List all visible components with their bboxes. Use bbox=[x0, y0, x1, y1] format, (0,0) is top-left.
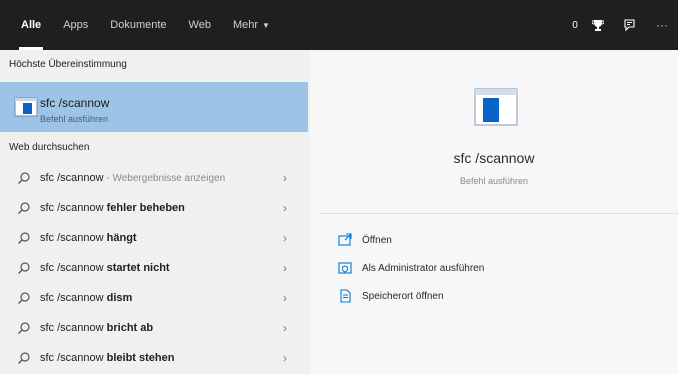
web-suggestion[interactable]: sfc /scannow fehler beheben › bbox=[0, 193, 308, 223]
chevron-right-icon[interactable]: › bbox=[283, 291, 287, 305]
search-icon bbox=[17, 171, 31, 185]
divider bbox=[320, 213, 678, 214]
open-action[interactable]: Öffnen bbox=[310, 227, 678, 253]
run-as-admin-icon bbox=[338, 261, 352, 275]
web-suggestion[interactable]: sfc /scannow dism › bbox=[0, 283, 308, 313]
web-search-heading: Web durchsuchen bbox=[9, 142, 90, 153]
action-label: Als Administrator ausführen bbox=[362, 262, 485, 274]
file-location-icon bbox=[338, 289, 352, 303]
web-suggestion[interactable]: sfc /scannow startet nicht › bbox=[0, 253, 308, 283]
preview-panel: sfc /scannow Befehl ausführen Öffnen Als… bbox=[310, 50, 678, 374]
search-top-bar: Alle Apps Dokumente Web Mehr ▼ 0 ··· bbox=[0, 0, 678, 50]
chevron-right-icon[interactable]: › bbox=[283, 201, 287, 215]
command-app-icon-large bbox=[474, 88, 518, 126]
tab-documents[interactable]: Dokumente bbox=[99, 0, 177, 50]
chevron-right-icon[interactable]: › bbox=[283, 171, 287, 185]
search-icon bbox=[17, 291, 31, 305]
tab-label: Dokumente bbox=[110, 19, 167, 31]
best-match-item[interactable]: sfc /scannow Befehl ausführen bbox=[0, 82, 308, 132]
tab-label: Apps bbox=[63, 19, 89, 31]
open-file-location-action[interactable]: Speicherort öffnen bbox=[310, 283, 678, 309]
search-filter-tabs: Alle Apps Dokumente Web Mehr ▼ bbox=[10, 0, 281, 50]
search-icon bbox=[17, 231, 31, 245]
tab-web[interactable]: Web bbox=[178, 0, 222, 50]
chevron-right-icon[interactable]: › bbox=[283, 321, 287, 335]
tab-more[interactable]: Mehr ▼ bbox=[222, 0, 281, 50]
best-match-subtitle: Befehl ausführen bbox=[40, 114, 109, 124]
suggestion-text: sfc /scannow startet nicht bbox=[40, 262, 170, 274]
preview-subtitle: Befehl ausführen bbox=[459, 176, 529, 186]
suggestion-text: sfc /scannow fehler beheben bbox=[40, 202, 185, 214]
suggestion-text: sfc /scannow dism bbox=[40, 292, 133, 304]
more-options-icon[interactable]: ··· bbox=[646, 18, 678, 32]
suggestion-text: sfc /scannow - Webergebnisse anzeigen bbox=[40, 172, 226, 184]
tab-apps[interactable]: Apps bbox=[52, 0, 99, 50]
web-suggestion[interactable]: sfc /scannow hängt › bbox=[0, 223, 308, 253]
search-icon bbox=[17, 321, 31, 335]
open-icon bbox=[338, 233, 352, 247]
tab-label: Web bbox=[188, 19, 211, 31]
search-icon bbox=[17, 201, 31, 215]
suggestion-text: sfc /scannow bricht ab bbox=[40, 322, 154, 334]
preview-title: sfc /scannow bbox=[453, 150, 535, 166]
results-panel: Höchste Übereinstimmung sfc /scannow Bef… bbox=[0, 50, 310, 374]
chevron-right-icon[interactable]: › bbox=[283, 351, 287, 365]
run-as-admin-action[interactable]: Als Administrator ausführen bbox=[310, 255, 678, 281]
action-label: Öffnen bbox=[362, 234, 392, 246]
tab-label: Alle bbox=[21, 19, 42, 31]
best-match-title: sfc /scannow bbox=[40, 96, 110, 110]
search-icon bbox=[17, 261, 31, 275]
feedback-icon[interactable] bbox=[612, 18, 646, 32]
web-suggestion[interactable]: sfc /scannow - Webergebnisse anzeigen › bbox=[0, 163, 308, 193]
web-suggestion[interactable]: sfc /scannow bricht ab › bbox=[0, 313, 308, 343]
tab-all[interactable]: Alle bbox=[10, 0, 52, 50]
caret-down-icon: ▼ bbox=[262, 20, 270, 30]
tab-label: Mehr bbox=[232, 19, 259, 31]
suggestion-text: sfc /scannow bleibt stehen bbox=[40, 352, 175, 364]
chevron-right-icon[interactable]: › bbox=[283, 261, 287, 275]
trophy-icon[interactable] bbox=[584, 19, 612, 32]
suggestion-text: sfc /scannow hängt bbox=[40, 232, 137, 244]
action-label: Speicherort öffnen bbox=[362, 290, 444, 302]
best-match-heading: Höchste Übereinstimmung bbox=[9, 59, 127, 70]
rewards-score: 0 bbox=[572, 19, 578, 31]
web-suggestion[interactable]: sfc /scannow bleibt stehen › bbox=[0, 343, 308, 373]
command-app-icon bbox=[14, 95, 38, 119]
chevron-right-icon[interactable]: › bbox=[283, 231, 287, 245]
search-icon bbox=[17, 351, 31, 365]
